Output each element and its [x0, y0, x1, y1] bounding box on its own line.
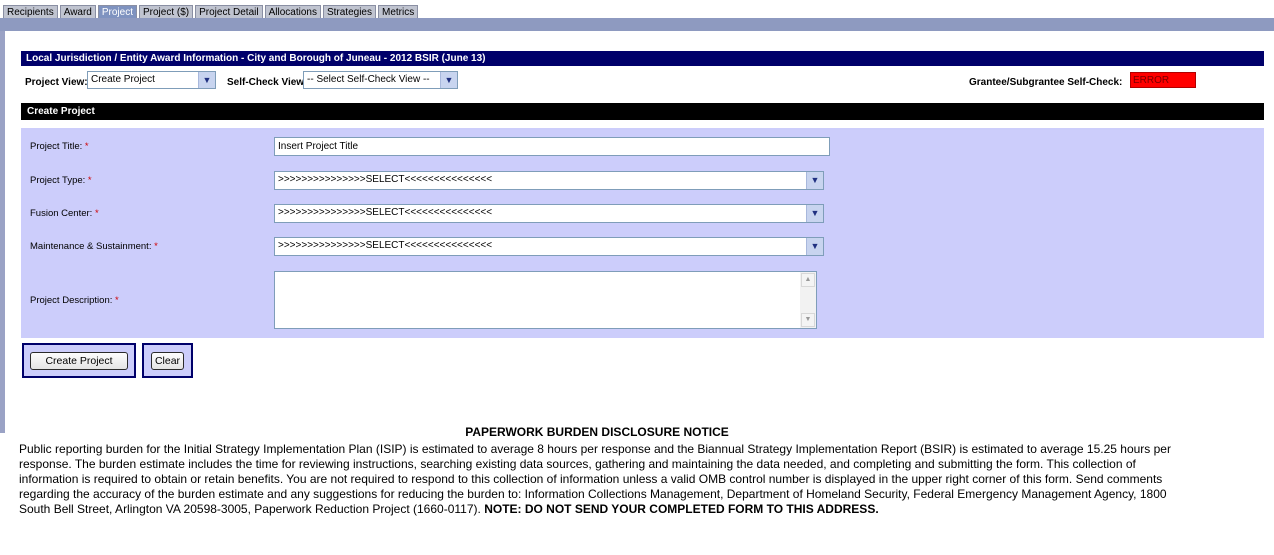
fusion-center-label: Fusion Center: * [30, 208, 99, 219]
project-type-select[interactable]: >>>>>>>>>>>>>>>SELECT<<<<<<<<<<<<<<< ▼ [274, 171, 824, 190]
tab-project[interactable]: Project [97, 5, 137, 19]
required-marker: * [84, 141, 89, 152]
clear-button-frame: Clear [142, 343, 193, 378]
maintenance-sustainment-label: Maintenance & Sustainment: * [30, 241, 158, 252]
project-description-label-text: Project Description: [30, 295, 113, 306]
grantee-self-check-label: Grantee/Subgrantee Self-Check: [969, 77, 1123, 88]
clear-button[interactable]: Clear [151, 352, 184, 370]
chevron-down-icon: ▼ [440, 72, 457, 88]
description-scrollbar[interactable]: ▲ ▼ [800, 272, 816, 328]
disclosure-body: Public reporting burden for the Initial … [19, 442, 1189, 517]
chevron-down-icon: ▼ [806, 205, 823, 222]
chevron-down-icon: ▼ [806, 238, 823, 255]
disclosure-title: PAPERWORK BURDEN DISCLOSURE NOTICE [465, 425, 729, 439]
self-check-view-label: Self-Check View: [227, 77, 308, 88]
maintenance-sustainment-value: >>>>>>>>>>>>>>>SELECT<<<<<<<<<<<<<<< [278, 240, 493, 251]
scroll-up-icon[interactable]: ▲ [801, 273, 815, 287]
chevron-down-icon: ▼ [806, 172, 823, 189]
tab-award[interactable]: Award [59, 5, 96, 19]
project-title-input[interactable]: Insert Project Title [274, 137, 830, 156]
project-view-select[interactable]: Create Project ▼ [87, 71, 216, 89]
tab-metrics[interactable]: Metrics [377, 5, 419, 19]
self-check-view-select[interactable]: -- Select Self-Check View -- ▼ [303, 71, 458, 89]
required-marker: * [87, 175, 92, 186]
create-project-form: Project Title: * Insert Project Title Pr… [21, 128, 1264, 338]
tab-project-dollars[interactable]: Project ($) [139, 5, 194, 19]
tab-bar: Recipients Award Project Project ($) Pro… [0, 0, 1274, 19]
tab-strip-divider [0, 18, 1274, 31]
required-marker: * [94, 208, 99, 219]
self-check-view-value: -- Select Self-Check View -- [307, 74, 430, 85]
fusion-center-value: >>>>>>>>>>>>>>>SELECT<<<<<<<<<<<<<<< [278, 207, 493, 218]
project-title-label: Project Title: * [30, 141, 89, 152]
disclosure-note: NOTE: DO NOT SEND YOUR COMPLETED FORM TO… [484, 502, 879, 516]
create-project-button-frame: Create Project [22, 343, 136, 378]
create-project-button[interactable]: Create Project [30, 352, 128, 370]
project-type-label-text: Project Type: [30, 175, 86, 186]
required-marker: * [154, 241, 158, 252]
project-type-value: >>>>>>>>>>>>>>>SELECT<<<<<<<<<<<<<<< [278, 174, 493, 185]
fusion-center-select[interactable]: >>>>>>>>>>>>>>>SELECT<<<<<<<<<<<<<<< ▼ [274, 204, 824, 223]
project-title-label-text: Project Title: [30, 141, 83, 152]
project-view-value: Create Project [91, 74, 155, 85]
grantee-self-check-status: ERROR [1130, 72, 1196, 88]
required-marker: * [115, 295, 119, 306]
tab-project-detail[interactable]: Project Detail [195, 5, 263, 19]
chevron-down-icon: ▼ [198, 72, 215, 88]
tab-recipients[interactable]: Recipients [3, 5, 58, 19]
view-selector-row: Project View: Create Project ▼ Self-Chec… [21, 70, 1264, 92]
left-border [0, 31, 5, 433]
tab-allocations[interactable]: Allocations [264, 5, 321, 19]
maintenance-sustainment-select[interactable]: >>>>>>>>>>>>>>>SELECT<<<<<<<<<<<<<<< ▼ [274, 237, 824, 256]
tab-list: Recipients Award Project Project ($) Pro… [3, 5, 419, 19]
award-info-header: Local Jurisdiction / Entity Award Inform… [21, 51, 1264, 66]
scroll-down-icon[interactable]: ▼ [801, 313, 815, 327]
section-title: Create Project [21, 103, 1264, 120]
project-view-label: Project View: [25, 77, 88, 88]
fusion-center-label-text: Fusion Center: [30, 208, 93, 219]
project-description-textarea[interactable]: ▲ ▼ [274, 271, 817, 329]
project-type-label: Project Type: * [30, 175, 92, 186]
maintenance-sustainment-label-text: Maintenance & Sustainment: [30, 241, 152, 252]
project-description-label: Project Description: * [30, 295, 119, 306]
tab-strategies[interactable]: Strategies [322, 5, 376, 19]
